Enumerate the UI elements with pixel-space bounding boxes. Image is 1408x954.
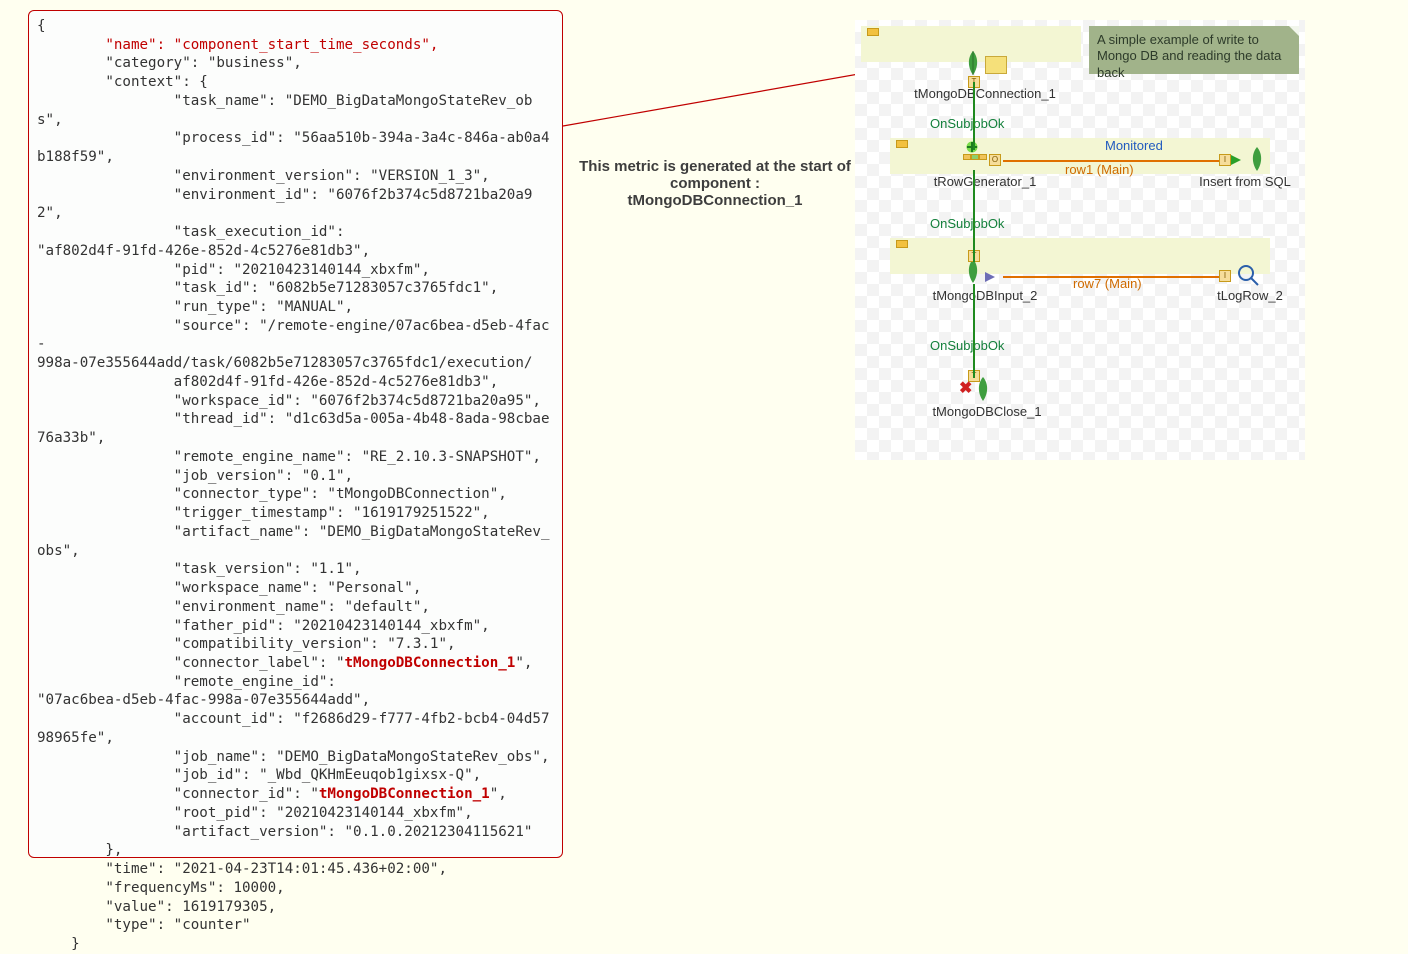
json-metric-text: { "name": "component_start_time_seconds"… bbox=[37, 17, 554, 954]
flow-row7-label: row7 (Main) bbox=[1073, 276, 1142, 291]
component-insert-from-sql[interactable]: Insert from SQL bbox=[1175, 174, 1315, 189]
mongodb-leaf-icon bbox=[963, 50, 983, 76]
port-badge-icon: O bbox=[989, 154, 1001, 166]
component-mongodb-connection[interactable]: tMongoDBConnection_1 bbox=[895, 86, 1075, 101]
subjob-link-1 bbox=[973, 82, 975, 150]
plus-icon bbox=[965, 140, 979, 154]
minimize-handle-icon[interactable] bbox=[867, 28, 879, 36]
mongodb-leaf-icon bbox=[1247, 146, 1267, 172]
port-badge-icon: I bbox=[1219, 154, 1231, 166]
connection-chip-icon bbox=[985, 56, 1007, 74]
component-trowgenerator[interactable]: tRowGenerator_1 bbox=[915, 174, 1055, 189]
onsubjobok-label-1: OnSubjobOk bbox=[930, 116, 1004, 131]
component-tmongodbclose[interactable]: tMongoDBClose_1 bbox=[917, 404, 1057, 419]
component-tlogrow[interactable]: tLogRow_2 bbox=[1195, 288, 1305, 303]
json-metric-panel: { "name": "component_start_time_seconds"… bbox=[28, 10, 563, 858]
component-tmongodbinput[interactable]: tMongoDBInput_2 bbox=[915, 288, 1055, 303]
monitored-label: Monitored bbox=[1105, 138, 1163, 153]
arrow-right-icon bbox=[1231, 153, 1245, 167]
onsubjobok-label-2: OnSubjobOk bbox=[930, 216, 1004, 231]
onsubjobok-label-3: OnSubjobOk bbox=[930, 338, 1004, 353]
design-note: A simple example of write to Mongo DB an… bbox=[1089, 26, 1299, 74]
annotation-caption: This metric is generated at the start of… bbox=[575, 158, 855, 209]
magnifier-icon bbox=[1237, 264, 1259, 286]
port-badge-icon: I bbox=[1219, 270, 1231, 282]
job-design-canvas[interactable]: A simple example of write to Mongo DB an… bbox=[855, 20, 1305, 460]
flow-row1-label: row1 (Main) bbox=[1065, 162, 1134, 177]
subjob-link-2 bbox=[973, 170, 975, 262]
minimize-handle-icon[interactable] bbox=[896, 240, 908, 248]
mongodb-leaf-icon bbox=[973, 376, 993, 402]
subjob-link-3 bbox=[973, 284, 975, 378]
arrow-right-icon bbox=[985, 270, 999, 284]
subjob-strip-3 bbox=[890, 238, 1270, 274]
close-x-icon: ✖ bbox=[959, 378, 972, 398]
minimize-handle-icon[interactable] bbox=[896, 140, 908, 148]
